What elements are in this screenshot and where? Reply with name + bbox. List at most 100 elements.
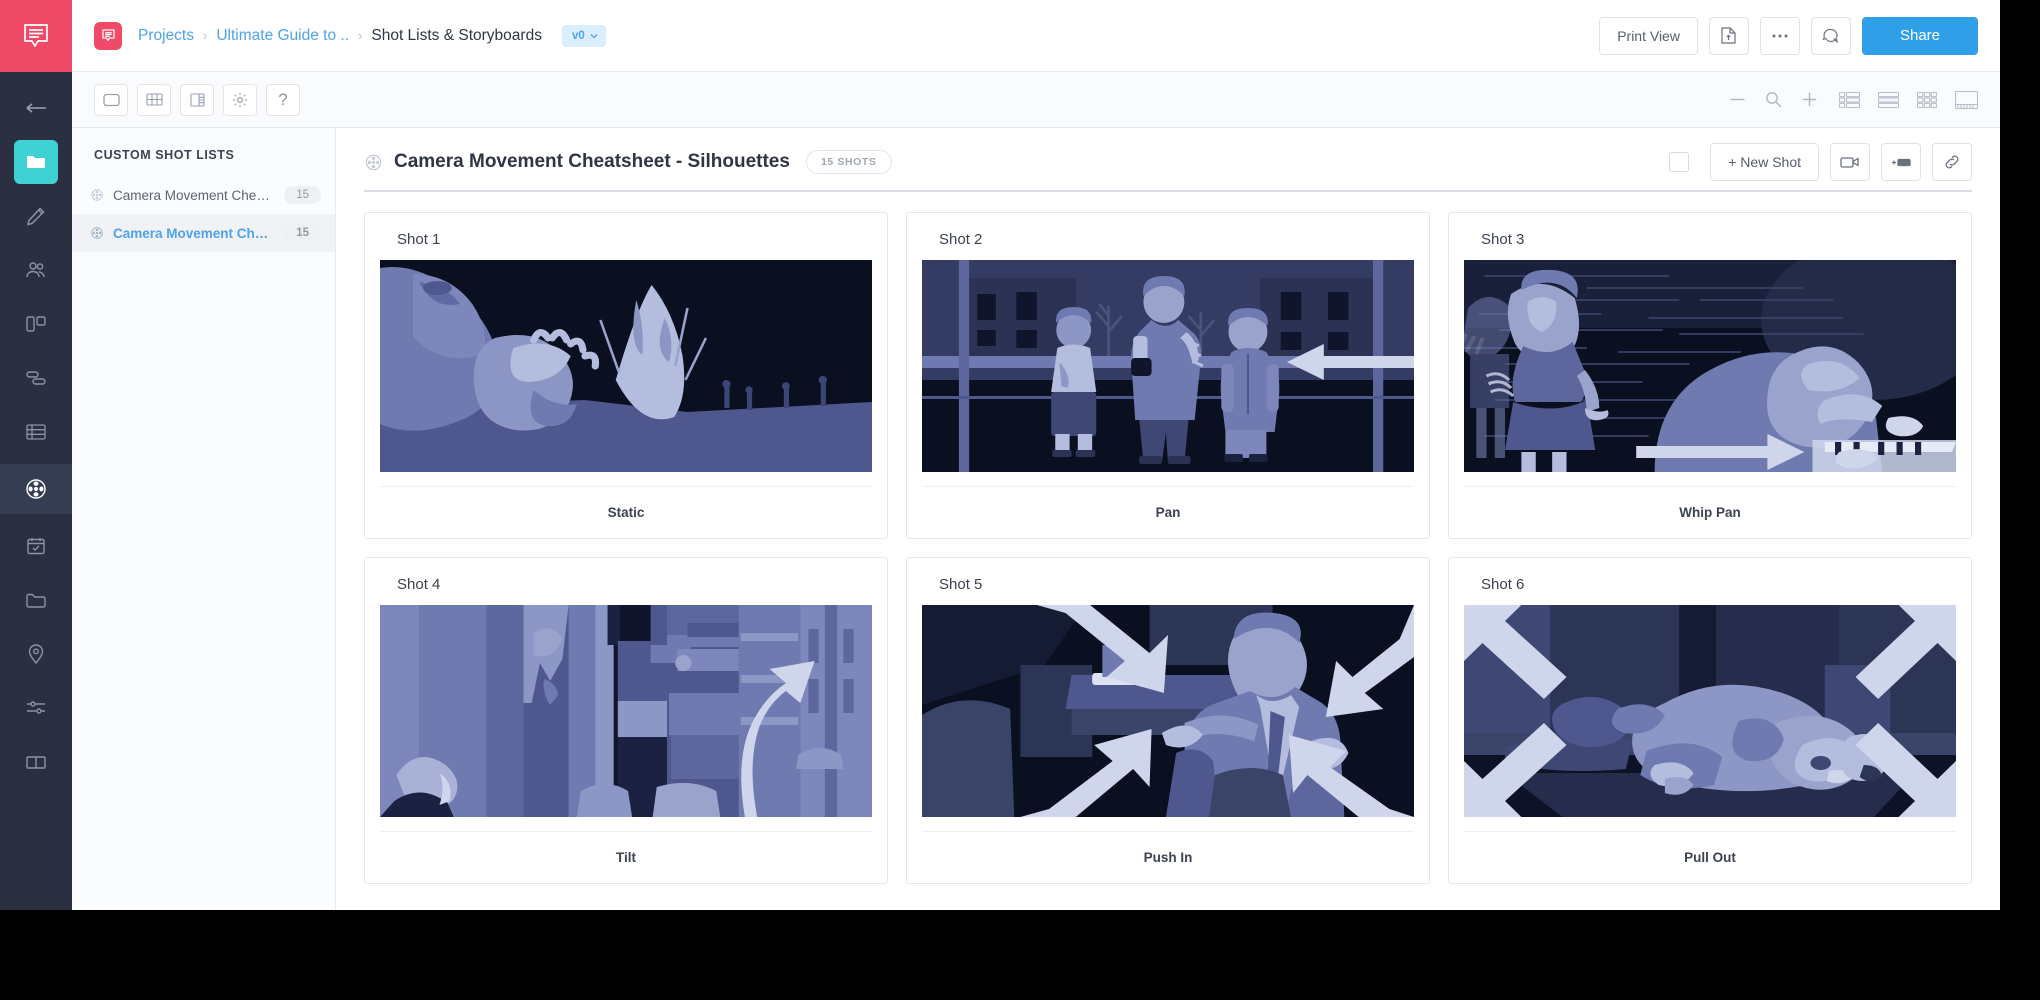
filmstrip-icon [1955, 90, 1978, 109]
comment-bubble-icon [1822, 28, 1839, 43]
gear-icon [233, 92, 247, 107]
sidebar-heading: CUSTOM SHOT LISTS [94, 148, 235, 162]
scene-seated-man-office [922, 605, 1414, 817]
scene-city-street-lookup [380, 605, 872, 817]
video-camera-button[interactable] [1830, 143, 1870, 181]
shot-number: Shot 5 [939, 576, 983, 593]
scene-girl-and-piano-motionblur [1464, 260, 1956, 472]
help-button[interactable]: ? [266, 83, 300, 116]
shot-thumbnail[interactable] [1464, 260, 1956, 472]
shot-number: Shot 4 [397, 576, 441, 593]
rail-item-settings-sliders[interactable] [14, 686, 58, 730]
rail-item-files[interactable] [14, 578, 58, 622]
sidebar-item-label: Camera Movement Cheatsheet - S... [113, 225, 275, 241]
rounded-rect-icon [102, 93, 120, 106]
main-region: Projects › Ultimate Guide to .. › Shot L… [72, 0, 2000, 910]
chevron-down-icon [590, 33, 598, 38]
export-button[interactable] [1708, 16, 1749, 55]
shot-card[interactable]: Shot 3 Whip Pan [1448, 212, 1972, 539]
shot-card[interactable]: Shot 5 Push In [906, 557, 1430, 884]
add-row-button[interactable] [1881, 143, 1921, 181]
figure-boy-left [1051, 307, 1097, 457]
version-label: v0 [571, 29, 585, 42]
sidebar-item-camera-movement-cheatsheet-silhouettes[interactable]: Camera Movement Cheatsheet - S... 15 [72, 214, 335, 252]
rail-item-shot-lists[interactable] [0, 464, 72, 514]
sidebar-item-count: 15 [284, 224, 321, 242]
shot-thumbnail[interactable] [380, 605, 872, 817]
rail-item-projects[interactable] [14, 140, 58, 184]
layout-grid-button[interactable] [1917, 91, 1937, 108]
column-view-button[interactable] [180, 83, 214, 116]
left-icon-rail [0, 0, 72, 910]
layout-rows-button[interactable] [1878, 91, 1899, 108]
list-thumb-icon [1839, 91, 1860, 108]
share-button[interactable]: Share [1861, 16, 1978, 55]
storyboard-view-button[interactable] [94, 83, 128, 116]
plus-icon[interactable] [1802, 92, 1817, 107]
rail-item-back-arrow[interactable] [14, 86, 58, 130]
layout-filmstrip-button[interactable] [1955, 90, 1978, 109]
chain-link-icon [1945, 155, 1959, 169]
zoom-controls [1730, 91, 1817, 108]
shot-thumbnail[interactable] [380, 260, 872, 472]
rail-item-workflow[interactable] [14, 356, 58, 400]
film-reel-icon [90, 188, 104, 202]
new-shot-button[interactable]: + New Shot [1710, 143, 1819, 181]
print-view-button[interactable]: Print View [1599, 16, 1698, 55]
magnifier-icon[interactable] [1765, 91, 1782, 108]
shot-number: Shot 1 [397, 231, 441, 248]
breadcrumb-separator: › [203, 28, 208, 43]
rail-item-breakdown[interactable] [14, 410, 58, 454]
rail-item-reports[interactable] [14, 740, 58, 784]
link-button[interactable] [1932, 143, 1972, 181]
add-row-icon [1892, 158, 1911, 166]
sidebar-item-camera-movement-cheatsheet[interactable]: Camera Movement Cheatsheet 15 [72, 176, 335, 214]
shot-card-grid: Shot 1 Static Shot 2 Pan Shot 3 Whip Pan… [364, 192, 1972, 884]
top-bar-actions: Print View Share [1599, 16, 1978, 55]
rail-item-calendar[interactable] [14, 524, 58, 568]
shot-card[interactable]: Shot 4 Tilt [364, 557, 888, 884]
rows-icon [1878, 91, 1899, 108]
scene-figure-lying-down [1464, 605, 1956, 817]
more-options-button[interactable] [1759, 16, 1800, 55]
page-title: Camera Movement Cheatsheet - Silhouettes [394, 151, 790, 172]
shot-card[interactable]: Shot 6 Pull Out [1448, 557, 1972, 884]
select-all-checkbox[interactable] [1669, 152, 1690, 172]
shot-thumbnail[interactable] [922, 605, 1414, 817]
layout-list-thumb-button[interactable] [1839, 91, 1860, 108]
shot-number: Shot 3 [1481, 231, 1525, 248]
settings-button[interactable] [223, 83, 257, 116]
shot-movement-label: Static [380, 486, 872, 538]
rail-item-write[interactable] [14, 194, 58, 238]
rail-item-locations[interactable] [14, 632, 58, 676]
project-avatar[interactable] [94, 21, 122, 50]
studiobinder-app-window: Projects › Ultimate Guide to .. › Shot L… [0, 0, 2000, 910]
film-reel-icon [364, 153, 383, 172]
rail-item-contacts[interactable] [14, 248, 58, 292]
shot-list-actions: + New Shot [1669, 143, 1972, 181]
ellipsis-icon [1772, 34, 1788, 37]
nine-grid-icon [1917, 91, 1937, 108]
rail-item-boards[interactable] [14, 302, 58, 346]
shot-card[interactable]: Shot 1 Static [364, 212, 888, 539]
comments-button[interactable] [1810, 16, 1851, 55]
content-body: CUSTOM SHOT LISTS Camera Movement Cheats… [72, 128, 2000, 910]
shot-movement-label: Whip Pan [1464, 486, 1956, 538]
version-badge[interactable]: v0 [561, 24, 606, 47]
shot-thumbnail[interactable] [1464, 605, 1956, 817]
shot-thumbnail[interactable] [922, 260, 1414, 472]
breadcrumb-item-projects[interactable]: Projects [138, 27, 194, 45]
breadcrumb: Projects › Ultimate Guide to .. › Shot L… [138, 24, 606, 47]
app-logo[interactable] [0, 0, 72, 72]
breadcrumb-item-current: Shot Lists & Storyboards [371, 26, 542, 44]
breadcrumb-item-project[interactable]: Ultimate Guide to .. [216, 27, 349, 45]
grid-view-button[interactable] [137, 83, 171, 116]
shot-card[interactable]: Shot 2 Pan [906, 212, 1430, 539]
sidebar-item-count: 15 [284, 186, 321, 204]
video-camera-icon [1840, 157, 1859, 168]
minus-icon[interactable] [1730, 98, 1745, 101]
grid-cells-icon [145, 93, 163, 106]
toolbar-left-group: ? [94, 83, 300, 116]
shot-list-header: Camera Movement Cheatsheet - Silhouettes… [364, 128, 1972, 192]
scene-soldier-explosion [380, 260, 872, 472]
